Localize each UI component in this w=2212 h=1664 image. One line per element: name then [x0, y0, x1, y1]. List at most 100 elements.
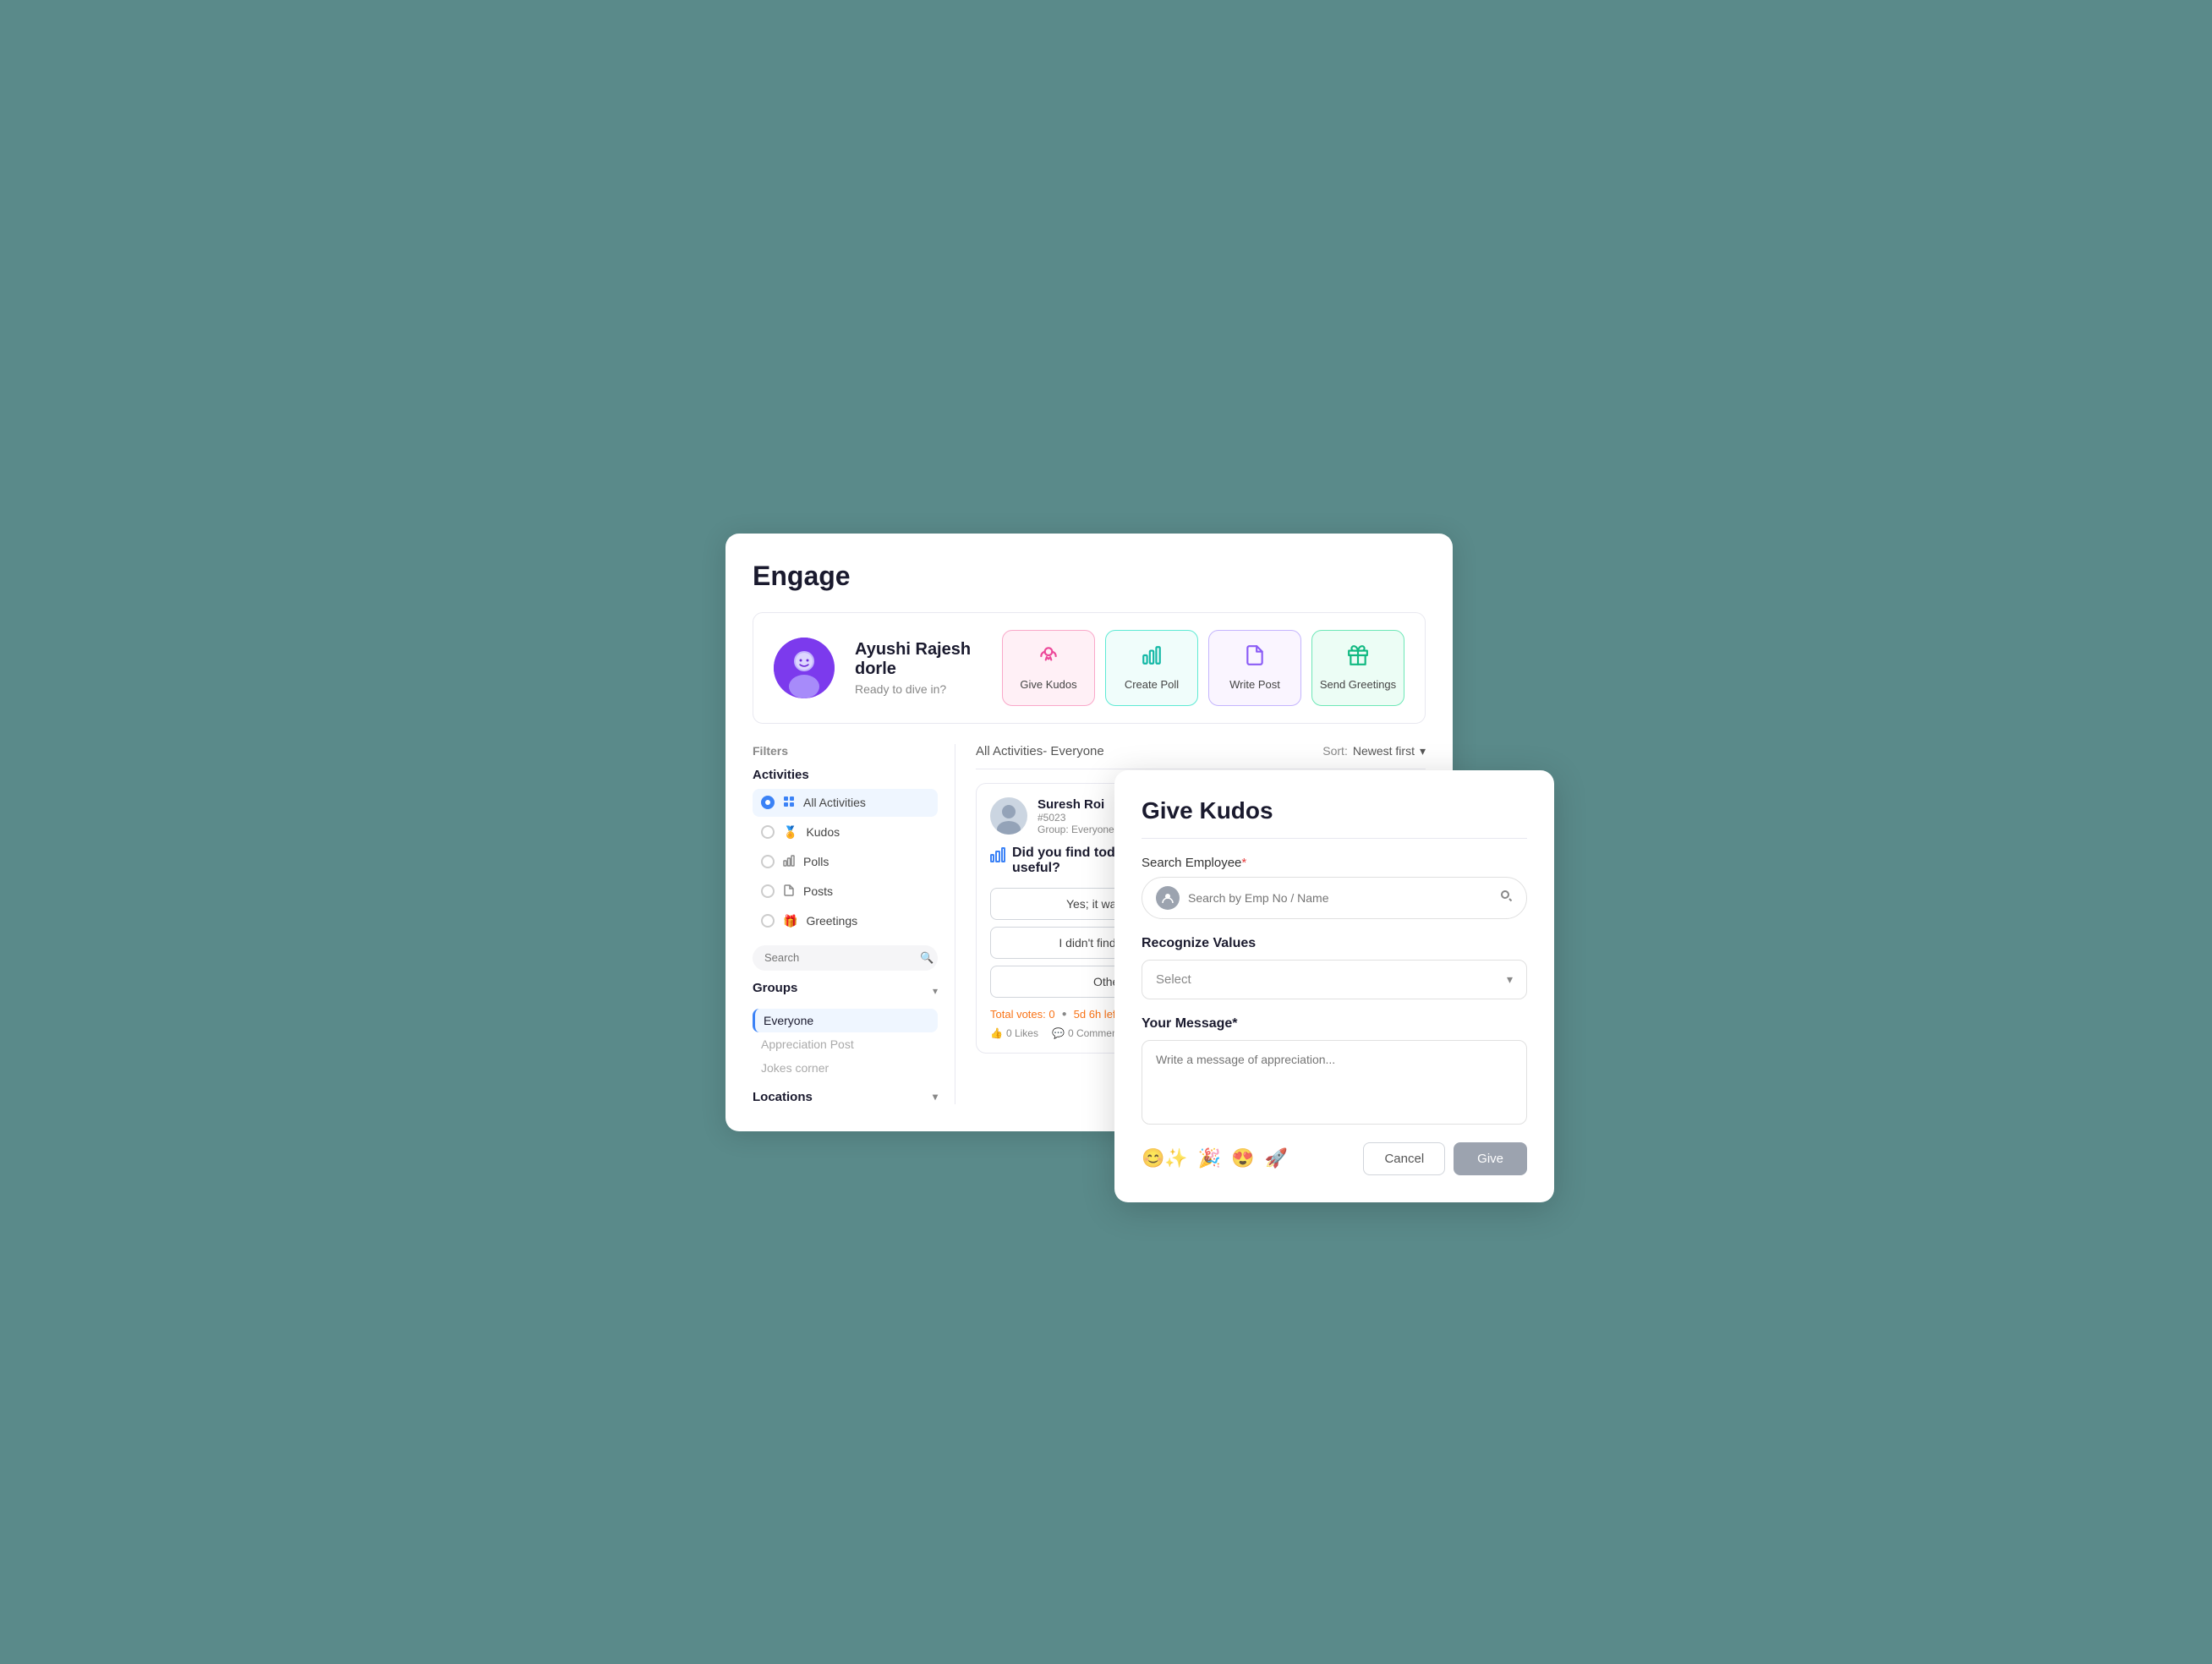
- give-button[interactable]: Give: [1454, 1142, 1527, 1175]
- user-banner: Ayushi Rajesh dorle Ready to dive in? Gi…: [753, 612, 1426, 724]
- modal-footer: 😊✨ 🎉 😍 🚀 Cancel Give: [1142, 1142, 1527, 1175]
- user-subtitle: Ready to dive in?: [855, 682, 982, 696]
- comment-icon: 💬: [1052, 1027, 1065, 1039]
- main-container: Engage Ayushi Ra: [725, 534, 1487, 1131]
- recognize-values-dropdown[interactable]: Select ▾: [1142, 960, 1527, 999]
- select-placeholder: Select: [1156, 972, 1191, 987]
- dot-separator: ●: [1062, 1010, 1067, 1019]
- cancel-button[interactable]: Cancel: [1363, 1142, 1445, 1175]
- like-icon: 👍: [990, 1027, 1003, 1039]
- write-post-button[interactable]: Write Post: [1208, 630, 1301, 706]
- greetings-icon: [1347, 644, 1369, 671]
- emoji-heart-button[interactable]: 😍: [1231, 1147, 1254, 1169]
- poll-question-icon: [990, 847, 1005, 867]
- posts-activity-icon: [783, 884, 795, 899]
- author-group: Group: Everyone: [1038, 824, 1114, 835]
- feed-header: All Activities- Everyone Sort: Newest fi…: [976, 744, 1426, 769]
- activity-search-input[interactable]: [764, 951, 913, 964]
- employee-search-icon[interactable]: [1499, 889, 1513, 906]
- radio-posts: [761, 884, 775, 898]
- give-kudos-button[interactable]: Give Kudos: [1002, 630, 1095, 706]
- message-textarea[interactable]: [1142, 1040, 1527, 1125]
- recognize-values-label: Recognize Values: [1142, 936, 1527, 951]
- user-info: Ayushi Rajesh dorle Ready to dive in?: [855, 640, 982, 696]
- greetings-label: Greetings: [806, 914, 857, 928]
- send-greetings-button[interactable]: Send Greetings: [1311, 630, 1404, 706]
- post-btn-label: Write Post: [1229, 678, 1280, 691]
- kudos-modal: Give Kudos Search Employee* Recognize Va…: [1114, 770, 1554, 1202]
- employee-search-input[interactable]: [1188, 891, 1491, 905]
- activity-search-icon: 🔍: [920, 951, 934, 965]
- kudos-activity-icon: 🏅: [783, 825, 797, 840]
- modal-title: Give Kudos: [1142, 797, 1527, 839]
- kudos-btn-label: Give Kudos: [1020, 678, 1076, 691]
- sidebar-item-posts[interactable]: Posts: [753, 878, 938, 906]
- total-votes: Total votes: 0: [990, 1008, 1055, 1021]
- sort-control[interactable]: Sort: Newest first ▾: [1322, 744, 1426, 758]
- author-info: Suresh Roi #5023 Group: Everyone: [1038, 797, 1114, 835]
- emoji-rocket-button[interactable]: 🚀: [1265, 1147, 1288, 1169]
- group-jokes-label: Jokes corner: [761, 1061, 829, 1075]
- groups-chevron-icon: ▾: [933, 985, 938, 997]
- kudos-icon: [1038, 644, 1059, 671]
- greetings-activity-icon: 🎁: [783, 914, 797, 928]
- sidebar: Filters Activities All Activities 🏅 Kudo…: [753, 744, 955, 1104]
- avatar: [774, 638, 835, 698]
- sort-chevron-icon: ▾: [1420, 744, 1426, 758]
- radio-all: [761, 796, 775, 809]
- user-name: Ayushi Rajesh dorle: [855, 640, 982, 679]
- polls-activity-icon: [783, 855, 795, 869]
- message-label: Your Message*: [1142, 1016, 1527, 1032]
- sidebar-item-all-activities[interactable]: All Activities: [753, 789, 938, 817]
- radio-polls: [761, 855, 775, 868]
- activity-search-box[interactable]: 🔍: [753, 945, 938, 971]
- time-left: 5d 6h left: [1074, 1008, 1120, 1021]
- dropdown-chevron-icon: ▾: [1507, 972, 1513, 987]
- poll-icon: [1141, 644, 1163, 671]
- employee-search-box[interactable]: [1142, 877, 1527, 919]
- all-activities-label: All Activities: [803, 796, 866, 809]
- activities-section-title: Activities: [753, 768, 938, 782]
- post-icon: [1244, 644, 1266, 671]
- person-icon: [1156, 886, 1180, 910]
- likes-button[interactable]: 👍 0 Likes: [990, 1027, 1038, 1039]
- all-activities-icon: [783, 796, 795, 810]
- create-poll-button[interactable]: Create Poll: [1105, 630, 1198, 706]
- group-appreciation[interactable]: Appreciation Post: [753, 1032, 938, 1056]
- poll-btn-label: Create Poll: [1125, 678, 1179, 691]
- sidebar-item-greetings[interactable]: 🎁 Greetings: [753, 907, 938, 935]
- page-title: Engage: [753, 561, 1426, 592]
- action-buttons: Give Kudos Create Poll: [1002, 630, 1404, 706]
- group-everyone-label: Everyone: [764, 1014, 813, 1027]
- author-avatar: [990, 797, 1027, 835]
- sidebar-item-polls[interactable]: Polls: [753, 848, 938, 876]
- emoji-party-button[interactable]: 🎉: [1198, 1147, 1221, 1169]
- sort-value: Newest first: [1353, 744, 1415, 758]
- avatar-image: [774, 638, 835, 698]
- emoji-smile-button[interactable]: 😊✨: [1142, 1147, 1188, 1169]
- sort-label: Sort:: [1322, 744, 1348, 758]
- greetings-btn-label: Send Greetings: [1320, 678, 1396, 691]
- author-id: #5023: [1038, 812, 1114, 824]
- required-star: *: [1241, 856, 1246, 870]
- radio-kudos: [761, 825, 775, 839]
- likes-count: 0 Likes: [1006, 1027, 1038, 1039]
- group-everyone[interactable]: Everyone: [753, 1009, 938, 1032]
- locations-title: Locations: [753, 1090, 813, 1104]
- modal-actions: Cancel Give: [1363, 1142, 1527, 1175]
- groups-title: Groups: [753, 981, 797, 995]
- locations-section-header[interactable]: Locations ▾: [753, 1090, 938, 1104]
- feed-title: All Activities- Everyone: [976, 744, 1104, 758]
- radio-greetings: [761, 914, 775, 928]
- author-name: Suresh Roi: [1038, 797, 1114, 812]
- posts-label: Posts: [803, 884, 833, 898]
- groups-section-header[interactable]: Groups ▾: [753, 981, 938, 1002]
- polls-label: Polls: [803, 855, 829, 868]
- sidebar-item-kudos[interactable]: 🏅 Kudos: [753, 818, 938, 846]
- locations-chevron-icon: ▾: [933, 1091, 938, 1103]
- search-employee-label: Search Employee*: [1142, 856, 1527, 870]
- group-appreciation-label: Appreciation Post: [761, 1037, 854, 1051]
- group-jokes[interactable]: Jokes corner: [753, 1056, 938, 1080]
- filters-title: Filters: [753, 744, 938, 758]
- emoji-row: 😊✨ 🎉 😍 🚀: [1142, 1147, 1288, 1169]
